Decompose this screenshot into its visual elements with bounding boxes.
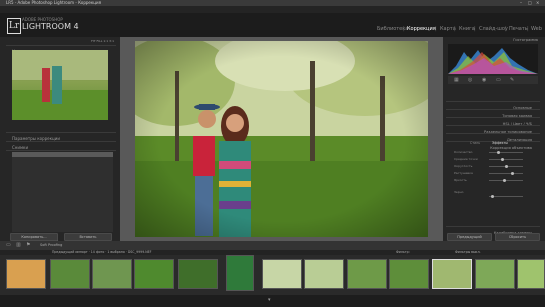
section-detail[interactable]: Детализация bbox=[446, 126, 540, 142]
tab-develop[interactable]: Коррекция bbox=[407, 26, 436, 32]
adjustment-brush-icon[interactable]: ✎ bbox=[510, 77, 514, 83]
section-camera-calibration[interactable]: Калибровка камеры bbox=[446, 219, 540, 235]
flag-icon[interactable]: ⚑ bbox=[26, 242, 30, 248]
loupe-view-icon[interactable]: ▭ bbox=[6, 242, 11, 248]
graduated-filter-icon[interactable]: ▭ bbox=[496, 77, 501, 83]
red-eye-icon[interactable]: ◉ bbox=[482, 77, 486, 83]
identity-plate bbox=[0, 13, 545, 37]
toolbar: ▭ ▥ ⚑ Soft Proofing bbox=[0, 241, 545, 250]
filmstrip-thumb[interactable] bbox=[226, 255, 254, 291]
tab-web[interactable]: Web bbox=[531, 26, 542, 32]
section-basic[interactable]: Основные bbox=[446, 94, 540, 110]
navigator-preview[interactable] bbox=[12, 50, 108, 120]
filmstrip-thumb[interactable] bbox=[50, 259, 90, 289]
history-header[interactable]: История bbox=[6, 143, 116, 159]
crop-icon[interactable]: ▦ bbox=[454, 77, 459, 83]
histogram bbox=[448, 44, 538, 74]
soft-proofing[interactable]: Soft Proofing bbox=[40, 243, 62, 247]
slider-amount[interactable] bbox=[489, 151, 523, 154]
histogram-label: Гистограмма bbox=[513, 38, 538, 42]
main-photo[interactable] bbox=[135, 41, 428, 237]
filmstrip-thumb[interactable] bbox=[517, 259, 545, 289]
filmstrip-thumb[interactable] bbox=[134, 259, 174, 289]
section-hsl[interactable]: HSL / Цвет / Ч/Б bbox=[446, 110, 540, 126]
slider-amount-label: Количество bbox=[454, 150, 473, 154]
slider-feather-label: Растушевка bbox=[454, 171, 473, 175]
before-after-icon[interactable]: ▥ bbox=[16, 242, 21, 248]
brand-name: LIGHTROOM 4 bbox=[22, 22, 79, 31]
slider-roundness-label: Округлость bbox=[454, 164, 473, 168]
navigator-header[interactable]: Навигатор FIT FILL 1:1 3:1 bbox=[6, 38, 116, 54]
filmstrip-thumb[interactable] bbox=[262, 259, 302, 289]
slider-feather[interactable] bbox=[489, 172, 523, 175]
menu-bar: Файл Правка Коррекция Фото Установки Инс… bbox=[0, 6, 545, 22]
filmstrip-thumb[interactable] bbox=[178, 259, 218, 289]
filmstrip-thumb[interactable] bbox=[304, 259, 344, 289]
filmstrip-thumb[interactable] bbox=[389, 259, 429, 289]
presets-header[interactable]: Параметры коррекции bbox=[6, 125, 116, 141]
tab-book[interactable]: Книга bbox=[459, 26, 475, 32]
slider-brightness-label: Яркость bbox=[454, 178, 467, 182]
tab-slideshow[interactable]: Слайд-шоу bbox=[479, 26, 508, 32]
reset-button[interactable]: Сбросить bbox=[495, 233, 540, 241]
copy-button[interactable]: Копировать... bbox=[10, 233, 58, 241]
paste-button[interactable]: Вставить bbox=[64, 233, 112, 241]
previous-button[interactable]: Предыдущий bbox=[447, 233, 492, 241]
slider-midpoint-label: Средние точки bbox=[454, 157, 478, 161]
effects-tab-style[interactable]: Стиль bbox=[470, 141, 480, 145]
snapshots-header[interactable]: Снимки bbox=[6, 134, 116, 150]
slider-midpoint[interactable] bbox=[489, 158, 523, 161]
lightroom-logo-icon: Lr bbox=[7, 18, 21, 34]
section-tone-curve[interactable]: Тоновая кривая bbox=[446, 102, 540, 118]
filmstrip-thumb[interactable] bbox=[475, 259, 515, 289]
section-split-toning[interactable]: Раздельное тонирование bbox=[446, 118, 540, 134]
filmstrip-thumb-selected[interactable] bbox=[432, 259, 472, 289]
filmstrip-thumb[interactable] bbox=[92, 259, 132, 289]
navigator-zoom[interactable]: FIT FILL 1:1 3:1 bbox=[91, 38, 114, 45]
tool-strip: ▦ ◎ ◉ ▭ ✎ bbox=[448, 76, 538, 84]
slider-roundness[interactable] bbox=[489, 165, 523, 168]
slider-brightness[interactable] bbox=[489, 179, 523, 182]
spot-removal-icon[interactable]: ◎ bbox=[468, 77, 472, 83]
slider-grain[interactable] bbox=[489, 195, 523, 198]
effects-tab-effects[interactable]: Эффекты bbox=[492, 141, 508, 145]
tab-print[interactable]: Печать bbox=[509, 26, 528, 32]
expand-arrow-icon[interactable]: ▾ bbox=[268, 297, 271, 303]
filmstrip-thumb[interactable] bbox=[347, 259, 387, 289]
filmstrip-thumb[interactable] bbox=[6, 259, 46, 289]
grain-label: Зерно bbox=[454, 190, 464, 194]
bottom-bar: ▾ bbox=[0, 295, 545, 307]
